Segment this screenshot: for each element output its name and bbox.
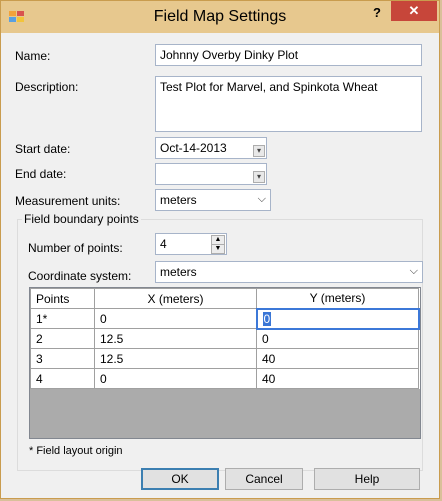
table-row[interactable]: 2 12.5 0 [30,328,419,349]
end-date-label: End date: [15,167,67,181]
end-date-picker[interactable]: ▾ [155,163,267,185]
calendar-dropdown-icon[interactable]: ▾ [253,171,265,183]
y-cell[interactable]: 0 [256,328,419,349]
x-cell[interactable]: 0 [94,308,257,329]
dialog-client: Name: Johnny Overby Dinky Plot Descripti… [9,33,431,492]
start-date-label: Start date: [15,142,71,156]
units-value: meters [160,193,197,207]
description-label: Description: [15,80,79,94]
table-row[interactable]: 4 0 40 [30,368,419,389]
selected-text: 0 [262,311,272,326]
title-bar[interactable]: Field Map Settings ? ✕ [1,1,439,33]
dialog-window: Field Map Settings ? ✕ Name: Johnny Over… [0,0,440,499]
column-header-x[interactable]: X (meters) [94,288,257,309]
cancel-button[interactable]: Cancel [225,468,303,490]
table-row[interactable]: 3 12.5 40 [30,348,419,369]
points-grid[interactable]: Points X (meters) Y (meters) 1* 0 0 2 12… [29,287,421,439]
start-date-value: Oct-14-2013 [160,141,227,155]
units-select[interactable]: meters ⌵ [155,189,271,211]
num-points-stepper[interactable]: 4 ▲ ▼ [155,233,227,255]
name-input[interactable]: Johnny Overby Dinky Plot [155,44,422,66]
origin-note: * Field layout origin [29,445,123,457]
column-header-y[interactable]: Y (meters) [256,288,419,309]
description-textarea[interactable]: Test Plot for Marvel, and Spinkota Wheat [155,76,422,132]
y-cell-editing[interactable]: 0 [255,307,420,330]
ok-button[interactable]: OK [141,468,219,490]
title-help-button[interactable]: ? [365,4,389,24]
help-button[interactable]: Help [314,468,420,490]
points-table: Points X (meters) Y (meters) 1* 0 0 2 12… [30,288,420,389]
x-cell[interactable]: 0 [94,368,257,389]
point-cell[interactable]: 3 [30,348,95,369]
y-cell[interactable]: 40 [256,348,419,369]
start-date-picker[interactable]: Oct-14-2013 ▾ [155,137,267,159]
chevron-down-icon: ⌵ [409,265,418,277]
num-points-label: Number of points: [28,241,123,255]
name-label: Name: [15,49,51,63]
point-cell[interactable]: 2 [30,328,95,349]
coord-system-value: meters [160,265,197,279]
x-cell[interactable]: 12.5 [94,348,257,369]
x-cell[interactable]: 12.5 [94,328,257,349]
units-label: Measurement units: [15,194,121,208]
coord-system-select[interactable]: meters ⌵ [155,261,423,283]
boundary-group-title: Field boundary points [22,212,141,226]
coord-system-label: Coordinate system: [28,269,132,283]
table-header-row: Points X (meters) Y (meters) [30,288,419,309]
y-cell[interactable]: 40 [256,368,419,389]
num-points-value: 4 [160,237,167,251]
spin-down-icon[interactable]: ▼ [211,244,225,254]
point-cell[interactable]: 4 [30,368,95,389]
chevron-down-icon: ⌵ [257,193,266,205]
table-row[interactable]: 1* 0 0 [30,307,420,330]
calendar-dropdown-icon[interactable]: ▾ [253,145,265,157]
close-button[interactable]: ✕ [391,1,437,21]
point-cell[interactable]: 1* [30,308,95,329]
column-header-points[interactable]: Points [30,288,95,309]
